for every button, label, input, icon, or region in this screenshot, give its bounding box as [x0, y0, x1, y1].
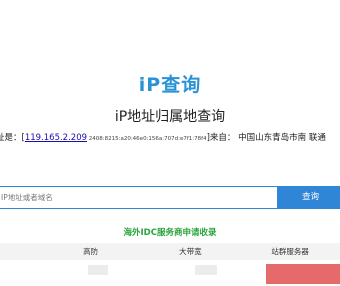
section-title[interactable]: 海外IDC服务商申请收录 [0, 226, 340, 238]
table-header-cell: 大带宽 [179, 247, 202, 256]
table-header-cell: 站群服务器 [271, 247, 309, 256]
ip-info-prefix: 址是：[ [0, 133, 25, 143]
table-header-cell: 高防 [83, 247, 99, 256]
ipv4-link[interactable]: 119.165.2.209 [25, 133, 87, 143]
logo: iP查询 [138, 74, 202, 96]
table-header-cell [0, 243, 41, 260]
ipv6-text: 2408:8215:a20:46e0:156a:707d:e7f1:78f4 [87, 136, 207, 142]
highlight-cell[interactable] [266, 264, 340, 284]
table-cell[interactable] [88, 265, 108, 275]
ip-location: ]来自： 中国山东青岛市南 联通 [206, 133, 326, 143]
ip-info-line: 址是：[119.165.2.209 2408:8215:a20:46e0:156… [0, 131, 326, 143]
table-cell[interactable] [195, 265, 217, 275]
search-button[interactable]: 查询 [277, 186, 340, 209]
search-input[interactable]: IP地址或者域名 [0, 186, 277, 209]
page-title: iP地址归属地查询 [114, 109, 226, 125]
table-header: 高防 大带宽 站群服务器 [0, 243, 340, 260]
search-bar: IP地址或者域名 查询 [0, 186, 340, 209]
table-row [0, 262, 340, 286]
